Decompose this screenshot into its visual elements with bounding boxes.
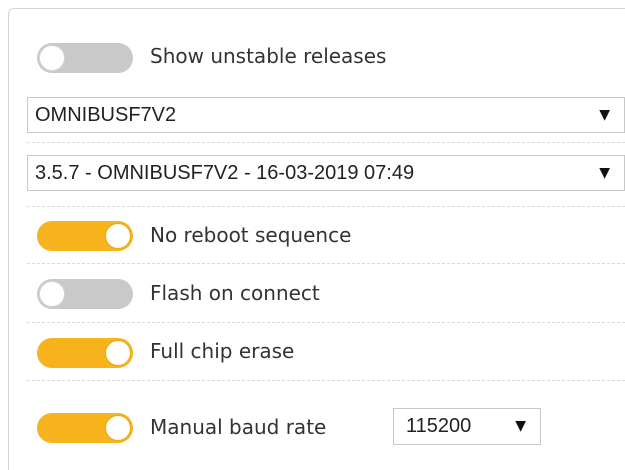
board-select[interactable]: OMNIBUSF7V2 ▼ bbox=[27, 97, 625, 133]
full-chip-erase-toggle[interactable] bbox=[37, 338, 133, 368]
separator bbox=[27, 263, 625, 264]
no-reboot-label: No reboot sequence bbox=[150, 223, 352, 247]
flash-on-connect-toggle[interactable] bbox=[37, 279, 133, 309]
baud-rate-select[interactable]: 115200 ▼ bbox=[393, 408, 541, 445]
manual-baud-toggle[interactable] bbox=[37, 413, 133, 443]
no-reboot-toggle[interactable] bbox=[37, 221, 133, 251]
flash-on-connect-label: Flash on connect bbox=[150, 281, 320, 305]
separator bbox=[27, 322, 625, 323]
toggle-knob bbox=[39, 45, 65, 71]
toggle-knob bbox=[39, 281, 65, 307]
separator bbox=[27, 142, 625, 143]
separator bbox=[27, 380, 625, 381]
dropdown-arrow-icon: ▼ bbox=[515, 418, 526, 434]
toggle-knob bbox=[105, 223, 131, 249]
toggle-knob bbox=[105, 415, 131, 441]
board-select-value: OMNIBUSF7V2 bbox=[35, 104, 177, 126]
firmware-select-value: 3.5.7 - OMNIBUSF7V2 - 16-03-2019 07:49 bbox=[35, 162, 415, 184]
firmware-select[interactable]: 3.5.7 - OMNIBUSF7V2 - 16-03-2019 07:49 ▼ bbox=[27, 155, 625, 191]
full-chip-erase-label: Full chip erase bbox=[150, 339, 295, 363]
show-unstable-toggle[interactable] bbox=[37, 43, 133, 73]
separator bbox=[27, 206, 625, 207]
dropdown-arrow-icon: ▼ bbox=[599, 165, 610, 181]
toggle-knob bbox=[105, 340, 131, 366]
show-unstable-label: Show unstable releases bbox=[150, 44, 387, 68]
manual-baud-label: Manual baud rate bbox=[150, 415, 327, 439]
dropdown-arrow-icon: ▼ bbox=[599, 107, 610, 123]
baud-rate-value: 115200 bbox=[406, 415, 472, 437]
